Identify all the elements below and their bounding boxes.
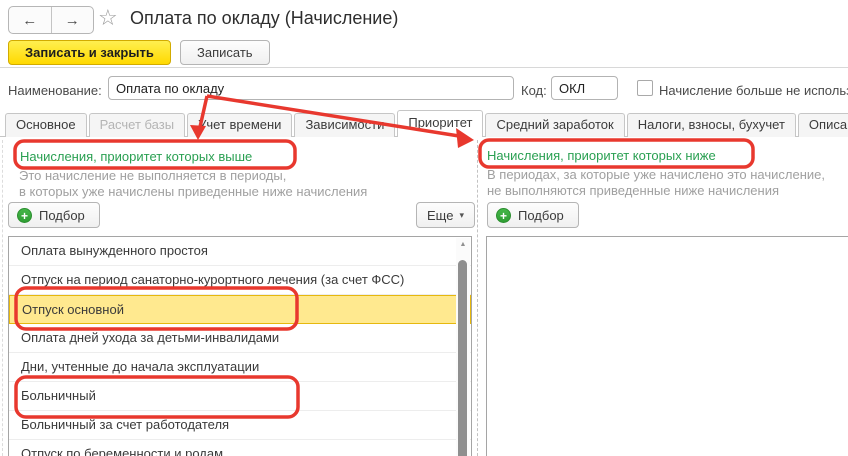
plus-icon: + bbox=[496, 207, 511, 223]
more-button[interactable]: Еще ▾ bbox=[416, 202, 475, 228]
tab-uchet-vremeni[interactable]: Учет времени bbox=[187, 113, 293, 137]
panel-splitter[interactable] bbox=[477, 140, 478, 456]
left-edge-splitter bbox=[2, 140, 3, 456]
not-used-checkbox-label: Начисление больше не использу bbox=[659, 83, 848, 98]
list-item-selected[interactable]: Отпуск основной bbox=[9, 295, 471, 324]
lower-priority-list bbox=[486, 236, 848, 456]
more-button-label: Еще bbox=[427, 207, 454, 223]
right-pick-button-label: Подбор bbox=[518, 207, 564, 223]
tab-prioritet[interactable]: Приоритет bbox=[397, 110, 484, 137]
right-panel-description-line2: не выполняются приведенные ниже начислен… bbox=[487, 183, 780, 198]
scroll-up-icon[interactable]: ▲ bbox=[456, 241, 470, 248]
right-panel-description-line1: В периодах, за которые уже начислено это… bbox=[487, 167, 825, 182]
code-input[interactable] bbox=[551, 76, 618, 100]
favorite-star-icon[interactable]: ☆ bbox=[98, 5, 118, 31]
right-pick-button[interactable]: + Подбор bbox=[487, 202, 579, 228]
name-input[interactable] bbox=[108, 76, 514, 100]
list-item[interactable]: Оплата вынужденного простоя bbox=[9, 237, 471, 266]
app-window: ← → ☆ Оплата по окладу (Начисление) Запи… bbox=[0, 0, 848, 456]
code-label: Код: bbox=[521, 83, 547, 98]
back-button[interactable]: ← bbox=[9, 7, 51, 33]
nav-history-group: ← → bbox=[8, 6, 94, 34]
save-and-close-button[interactable]: Записать и закрыть bbox=[8, 40, 171, 65]
tab-raschet-bazy: Расчет базы bbox=[88, 113, 186, 137]
left-pick-button[interactable]: + Подбор bbox=[8, 202, 100, 228]
tab-zavisimosti[interactable]: Зависимости bbox=[294, 113, 396, 137]
right-panel-header: Начисления, приоритет которых ниже bbox=[487, 148, 716, 163]
save-button[interactable]: Записать bbox=[180, 40, 270, 65]
left-panel-header: Начисления, приоритет которых выше bbox=[20, 149, 253, 164]
page-title: Оплата по окладу (Начисление) bbox=[130, 8, 399, 28]
name-label: Наименование: bbox=[8, 83, 102, 98]
left-pick-button-label: Подбор bbox=[39, 207, 85, 223]
tab-osnovnoe[interactable]: Основное bbox=[5, 113, 87, 137]
left-panel-description-line2: в которых уже начислены приведенные ниже… bbox=[19, 184, 368, 199]
forward-icon: → bbox=[64, 11, 80, 29]
list-item[interactable]: Больничный за счет работодателя bbox=[9, 411, 471, 440]
scrollbar[interactable]: ▲ bbox=[456, 238, 470, 456]
list-item[interactable]: Дни, учтенные до начала эксплуатации bbox=[9, 353, 471, 382]
scrollbar-thumb[interactable] bbox=[458, 260, 467, 456]
not-used-checkbox[interactable] bbox=[637, 80, 653, 96]
tab-opisanie[interactable]: Описание bbox=[797, 113, 848, 137]
list-item[interactable]: Отпуск по беременности и родам bbox=[9, 440, 471, 456]
list-item[interactable]: Отпуск на период санаторно-курортного ле… bbox=[9, 266, 471, 295]
back-icon: ← bbox=[22, 11, 38, 29]
list-item[interactable]: Больничный bbox=[9, 382, 471, 411]
toolbar-separator bbox=[0, 67, 848, 68]
plus-icon: + bbox=[17, 207, 32, 223]
left-panel-description-line1: Это начисление не выполняется в периоды, bbox=[19, 168, 287, 183]
higher-priority-list: Оплата вынужденного простоя Отпуск на пе… bbox=[8, 236, 472, 456]
tab-bar: Основное Расчет базы Учет времени Зависи… bbox=[5, 110, 848, 137]
list-item[interactable]: Оплата дней ухода за детьми-инвалидами bbox=[9, 324, 471, 353]
tab-sredniy-zarabotok[interactable]: Средний заработок bbox=[485, 113, 625, 137]
tab-nalogi-vznosy[interactable]: Налоги, взносы, бухучет bbox=[626, 113, 796, 137]
chevron-down-icon: ▾ bbox=[459, 209, 464, 220]
forward-button[interactable]: → bbox=[50, 7, 94, 33]
